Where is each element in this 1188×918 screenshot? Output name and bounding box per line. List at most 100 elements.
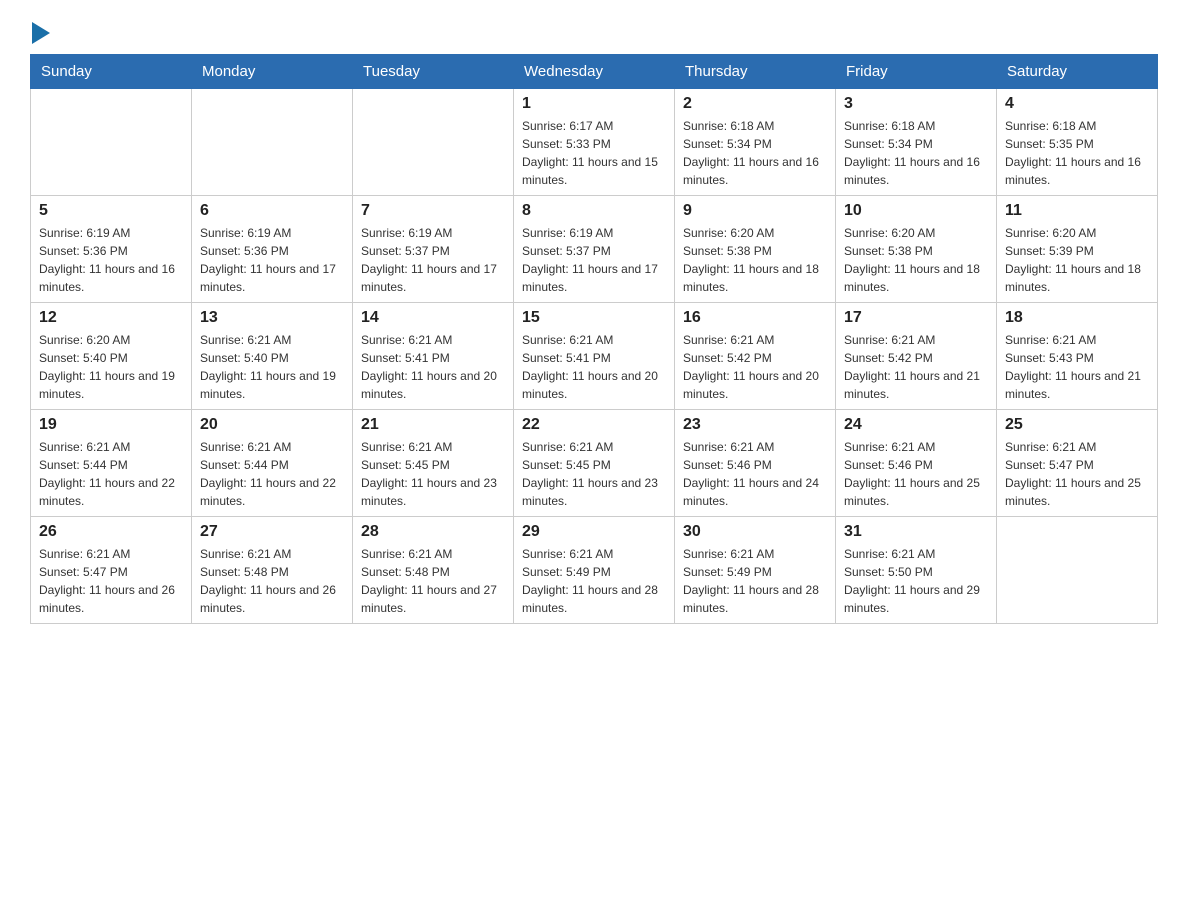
day-number: 22 bbox=[522, 416, 666, 434]
calendar-cell: 30 Sunrise: 6:21 AMSunset: 5:49 PMDayligh… bbox=[675, 517, 836, 624]
day-number: 12 bbox=[39, 309, 183, 327]
calendar-week-row: 1Sunrise: 6:17 AMSunset: 5:33 PMDaylight… bbox=[31, 89, 1158, 196]
day-number: 11 bbox=[1005, 202, 1149, 220]
day-info: Sunrise: 6:20 AMSunset: 5:39 PMDaylight:… bbox=[1005, 224, 1149, 296]
calendar-cell: 21 Sunrise: 6:21 AMSunset: 5:45 PMDayligh… bbox=[353, 410, 514, 517]
day-info: Sunrise: 6:21 AMSunset: 5:46 PMDaylight:… bbox=[683, 438, 827, 510]
day-number: 10 bbox=[844, 202, 988, 220]
day-number: 5 bbox=[39, 202, 183, 220]
day-info: Sunrise: 6:21 AMSunset: 5:41 PMDaylight:… bbox=[361, 331, 505, 403]
calendar-week-row: 26 Sunrise: 6:21 AMSunset: 5:47 PMDayligh… bbox=[31, 517, 1158, 624]
day-info: Sunrise: 6:21 AMSunset: 5:43 PMDaylight:… bbox=[1005, 331, 1149, 403]
day-info: Sunrise: 6:21 AMSunset: 5:40 PMDaylight:… bbox=[200, 331, 344, 403]
calendar-cell: 12 Sunrise: 6:20 AMSunset: 5:40 PMDayligh… bbox=[31, 303, 192, 410]
day-info: Sunrise: 6:19 AMSunset: 5:36 PMDaylight:… bbox=[39, 224, 183, 296]
calendar-cell bbox=[31, 89, 192, 196]
calendar-cell: 23 Sunrise: 6:21 AMSunset: 5:46 PMDayligh… bbox=[675, 410, 836, 517]
day-info: Sunrise: 6:21 AMSunset: 5:50 PMDaylight:… bbox=[844, 545, 988, 617]
calendar-cell: 10 Sunrise: 6:20 AMSunset: 5:38 PMDayligh… bbox=[836, 196, 997, 303]
day-number: 14 bbox=[361, 309, 505, 327]
weekday-header-friday: Friday bbox=[836, 55, 997, 89]
day-number: 4 bbox=[1005, 95, 1149, 113]
day-number: 7 bbox=[361, 202, 505, 220]
day-number: 25 bbox=[1005, 416, 1149, 434]
calendar-cell: 22 Sunrise: 6:21 AMSunset: 5:45 PMDayligh… bbox=[514, 410, 675, 517]
calendar-cell: 14 Sunrise: 6:21 AMSunset: 5:41 PMDayligh… bbox=[353, 303, 514, 410]
day-number: 16 bbox=[683, 309, 827, 327]
day-info: Sunrise: 6:19 AMSunset: 5:37 PMDaylight:… bbox=[522, 224, 666, 296]
calendar-cell: 27 Sunrise: 6:21 AMSunset: 5:48 PMDayligh… bbox=[192, 517, 353, 624]
calendar-cell: 31 Sunrise: 6:21 AMSunset: 5:50 PMDayligh… bbox=[836, 517, 997, 624]
day-info: Sunrise: 6:21 AMSunset: 5:48 PMDaylight:… bbox=[361, 545, 505, 617]
day-number: 26 bbox=[39, 523, 183, 541]
calendar-cell: 19 Sunrise: 6:21 AMSunset: 5:44 PMDayligh… bbox=[31, 410, 192, 517]
day-number: 17 bbox=[844, 309, 988, 327]
calendar-cell: 6Sunrise: 6:19 AMSunset: 5:36 PMDaylight… bbox=[192, 196, 353, 303]
day-number: 8 bbox=[522, 202, 666, 220]
day-info: Sunrise: 6:21 AMSunset: 5:48 PMDaylight:… bbox=[200, 545, 344, 617]
day-info: Sunrise: 6:21 AMSunset: 5:41 PMDaylight:… bbox=[522, 331, 666, 403]
day-number: 15 bbox=[522, 309, 666, 327]
calendar-cell: 20 Sunrise: 6:21 AMSunset: 5:44 PMDayligh… bbox=[192, 410, 353, 517]
day-number: 20 bbox=[200, 416, 344, 434]
day-number: 9 bbox=[683, 202, 827, 220]
logo-triangle-icon bbox=[32, 22, 50, 44]
calendar-cell: 24Sunrise: 6:21 AMSunset: 5:46 PMDayligh… bbox=[836, 410, 997, 517]
weekday-header-row: SundayMondayTuesdayWednesdayThursdayFrid… bbox=[31, 55, 1158, 89]
day-number: 19 bbox=[39, 416, 183, 434]
day-info: Sunrise: 6:20 AMSunset: 5:38 PMDaylight:… bbox=[683, 224, 827, 296]
day-number: 18 bbox=[1005, 309, 1149, 327]
calendar-cell: 26 Sunrise: 6:21 AMSunset: 5:47 PMDayligh… bbox=[31, 517, 192, 624]
day-info: Sunrise: 6:21 AMSunset: 5:44 PMDaylight:… bbox=[200, 438, 344, 510]
day-info: Sunrise: 6:18 AMSunset: 5:34 PMDaylight:… bbox=[844, 117, 988, 189]
calendar-cell: 4 Sunrise: 6:18 AMSunset: 5:35 PMDaylight… bbox=[997, 89, 1158, 196]
calendar-cell bbox=[192, 89, 353, 196]
weekday-header-sunday: Sunday bbox=[31, 55, 192, 89]
weekday-header-thursday: Thursday bbox=[675, 55, 836, 89]
day-info: Sunrise: 6:20 AMSunset: 5:40 PMDaylight:… bbox=[39, 331, 183, 403]
day-number: 27 bbox=[200, 523, 344, 541]
calendar-cell: 28 Sunrise: 6:21 AMSunset: 5:48 PMDayligh… bbox=[353, 517, 514, 624]
day-info: Sunrise: 6:19 AMSunset: 5:37 PMDaylight:… bbox=[361, 224, 505, 296]
calendar-cell: 13 Sunrise: 6:21 AMSunset: 5:40 PMDayligh… bbox=[192, 303, 353, 410]
day-info: Sunrise: 6:18 AMSunset: 5:35 PMDaylight:… bbox=[1005, 117, 1149, 189]
weekday-header-tuesday: Tuesday bbox=[353, 55, 514, 89]
calendar-cell: 3 Sunrise: 6:18 AMSunset: 5:34 PMDaylight… bbox=[836, 89, 997, 196]
day-info: Sunrise: 6:17 AMSunset: 5:33 PMDaylight:… bbox=[522, 117, 666, 189]
calendar-cell bbox=[353, 89, 514, 196]
day-info: Sunrise: 6:21 AMSunset: 5:45 PMDaylight:… bbox=[522, 438, 666, 510]
day-info: Sunrise: 6:21 AMSunset: 5:47 PMDaylight:… bbox=[39, 545, 183, 617]
calendar-cell bbox=[997, 517, 1158, 624]
day-number: 23 bbox=[683, 416, 827, 434]
weekday-header-monday: Monday bbox=[192, 55, 353, 89]
calendar-cell: 16Sunrise: 6:21 AMSunset: 5:42 PMDayligh… bbox=[675, 303, 836, 410]
calendar-cell: 7 Sunrise: 6:19 AMSunset: 5:37 PMDaylight… bbox=[353, 196, 514, 303]
calendar-cell: 29Sunrise: 6:21 AMSunset: 5:49 PMDayligh… bbox=[514, 517, 675, 624]
page-header bbox=[30, 20, 1158, 44]
day-info: Sunrise: 6:21 AMSunset: 5:46 PMDaylight:… bbox=[844, 438, 988, 510]
calendar-cell: 1Sunrise: 6:17 AMSunset: 5:33 PMDaylight… bbox=[514, 89, 675, 196]
day-info: Sunrise: 6:21 AMSunset: 5:49 PMDaylight:… bbox=[683, 545, 827, 617]
calendar-week-row: 5 Sunrise: 6:19 AMSunset: 5:36 PMDaylight… bbox=[31, 196, 1158, 303]
day-number: 3 bbox=[844, 95, 988, 113]
day-number: 30 bbox=[683, 523, 827, 541]
calendar-cell: 25Sunrise: 6:21 AMSunset: 5:47 PMDayligh… bbox=[997, 410, 1158, 517]
calendar-cell: 17 Sunrise: 6:21 AMSunset: 5:42 PMDayligh… bbox=[836, 303, 997, 410]
day-number: 29 bbox=[522, 523, 666, 541]
calendar-week-row: 19 Sunrise: 6:21 AMSunset: 5:44 PMDayligh… bbox=[31, 410, 1158, 517]
calendar-cell: 11 Sunrise: 6:20 AMSunset: 5:39 PMDayligh… bbox=[997, 196, 1158, 303]
calendar-cell: 15 Sunrise: 6:21 AMSunset: 5:41 PMDayligh… bbox=[514, 303, 675, 410]
day-number: 31 bbox=[844, 523, 988, 541]
calendar-week-row: 12 Sunrise: 6:20 AMSunset: 5:40 PMDayligh… bbox=[31, 303, 1158, 410]
day-info: Sunrise: 6:21 AMSunset: 5:44 PMDaylight:… bbox=[39, 438, 183, 510]
day-info: Sunrise: 6:21 AMSunset: 5:42 PMDaylight:… bbox=[844, 331, 988, 403]
day-number: 21 bbox=[361, 416, 505, 434]
calendar-cell: 9 Sunrise: 6:20 AMSunset: 5:38 PMDaylight… bbox=[675, 196, 836, 303]
calendar-table: SundayMondayTuesdayWednesdayThursdayFrid… bbox=[30, 54, 1158, 624]
weekday-header-saturday: Saturday bbox=[997, 55, 1158, 89]
day-info: Sunrise: 6:20 AMSunset: 5:38 PMDaylight:… bbox=[844, 224, 988, 296]
day-number: 2 bbox=[683, 95, 827, 113]
day-info: Sunrise: 6:21 AMSunset: 5:45 PMDaylight:… bbox=[361, 438, 505, 510]
day-number: 28 bbox=[361, 523, 505, 541]
day-number: 13 bbox=[200, 309, 344, 327]
